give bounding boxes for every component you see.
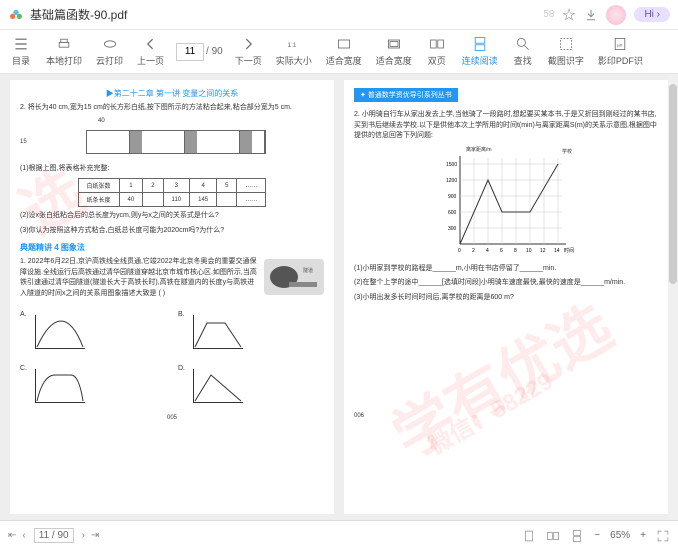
- answer-options: A. B. C. D.: [20, 311, 324, 407]
- page-num-left: 005: [20, 415, 324, 421]
- prev-page-button[interactable]: 上一页: [131, 34, 170, 69]
- fill-instruction: (1)根据上图,将表格补充完整:: [20, 164, 324, 175]
- problem-r2: 2. 小明骑自行车从家出发去上学,当他骑了一段路时,想起要买某本书,于是又折回到…: [354, 110, 658, 142]
- fit-width-button[interactable]: 适合宽度: [320, 34, 368, 69]
- prev-page-icon[interactable]: ‹: [22, 530, 25, 541]
- train-image: 隧道: [264, 259, 324, 295]
- graph-d: [189, 365, 247, 407]
- footer-bar: ⇤ ‹ 11 / 90 › ⇥ − 65% +: [0, 520, 678, 550]
- svg-text:8: 8: [514, 248, 517, 254]
- svg-text:300: 300: [448, 226, 457, 232]
- download-icon[interactable]: [584, 8, 598, 22]
- continuous-read-button[interactable]: 连续阅读: [456, 34, 504, 69]
- svg-text:10: 10: [526, 248, 532, 254]
- dual-page-button[interactable]: 双页: [420, 34, 454, 69]
- next-page-icon[interactable]: ›: [82, 530, 85, 541]
- screenshot-ocr-button[interactable]: 截图识字: [542, 34, 590, 69]
- hi-badge[interactable]: Hi ›: [634, 7, 670, 22]
- zoom-level: 65%: [610, 530, 630, 541]
- title-bar: 基础篇函数-90.pdf 58 Hi ›: [0, 0, 678, 30]
- first-page-icon[interactable]: ⇤: [8, 530, 16, 541]
- chapter-header: ▶第二十二章 第一讲 变量之间的关系: [20, 88, 324, 99]
- fit-width2-button[interactable]: 适合宽度: [370, 34, 418, 69]
- series-header: ✦ 普通数学资优导引系列丛书: [354, 88, 458, 102]
- svg-text:900: 900: [448, 194, 457, 200]
- svg-text:1200: 1200: [446, 178, 457, 184]
- scrollbar-thumb[interactable]: [669, 84, 677, 284]
- data-table: 白纸张数12345…… 纸条长度40110145……: [78, 178, 267, 207]
- view-cont-icon[interactable]: [570, 529, 584, 543]
- graph-a: [31, 311, 89, 353]
- svg-text:12: 12: [540, 248, 546, 254]
- graph-b: [189, 311, 247, 353]
- vertical-scrollbar[interactable]: [668, 74, 678, 520]
- page-left: ▶第二十二章 第一讲 变量之间的关系 2. 将长为40 cm,宽为15 cm的长…: [10, 80, 334, 514]
- cloud-print-button[interactable]: 云打印: [90, 34, 129, 69]
- pdf-ocr-button[interactable]: pdf影印PDF识: [592, 34, 649, 69]
- page-field[interactable]: [176, 43, 204, 61]
- svg-text:0: 0: [458, 248, 461, 254]
- zoom-out-icon[interactable]: −: [594, 530, 600, 541]
- distance-time-graph: 学校 离家距离/m 15001200900600300 02468101214时…: [436, 148, 576, 258]
- actual-size-button[interactable]: 1:1实际大小: [270, 34, 318, 69]
- content-area: 选 学有优选 微信：58229 ▶第二十二章 第一讲 变量之间的关系 2. 将长…: [0, 74, 678, 520]
- star-icon[interactable]: [562, 8, 576, 22]
- find-button[interactable]: 查找: [506, 34, 540, 69]
- doc-title: 基础篇函数-90.pdf: [30, 6, 127, 23]
- svg-text:600: 600: [448, 210, 457, 216]
- svg-text:隧道: 隧道: [303, 267, 313, 274]
- view-single-icon[interactable]: [522, 529, 536, 543]
- fullscreen-icon[interactable]: [656, 529, 670, 543]
- toolbar: 目录 本地打印 云打印 上一页 / 90 下一页 1:1实际大小 适合宽度 适合…: [0, 30, 678, 74]
- page-num-right: 006: [354, 413, 658, 419]
- section-header: 典题精讲 4 图象法: [20, 242, 324, 253]
- svg-text:2: 2: [472, 248, 475, 254]
- last-page-icon[interactable]: ⇥: [91, 530, 99, 541]
- svg-text:1500: 1500: [446, 162, 457, 168]
- avatar[interactable]: [606, 5, 626, 25]
- doc-icon: [8, 7, 24, 23]
- svg-text:时间: 时间: [564, 247, 574, 254]
- svg-text:pdf: pdf: [617, 42, 623, 47]
- problem-2: 2. 将长为40 cm,宽为15 cm的长方形白纸,按下图所示的方法粘合起来,粘…: [20, 103, 324, 114]
- graph-c: [31, 365, 89, 407]
- star-count: 58: [543, 9, 554, 20]
- view-dual-icon[interactable]: [546, 529, 560, 543]
- svg-text:1:1: 1:1: [287, 42, 296, 49]
- svg-text:4: 4: [486, 248, 489, 254]
- tape-diagram: [86, 130, 266, 154]
- next-page-button[interactable]: 下一页: [229, 34, 268, 69]
- page-input[interactable]: / 90: [176, 43, 223, 61]
- local-print-button[interactable]: 本地打印: [40, 34, 88, 69]
- page-indicator[interactable]: 11 / 90: [34, 528, 74, 543]
- zoom-in-icon[interactable]: +: [640, 530, 646, 541]
- svg-text:14: 14: [554, 248, 560, 254]
- svg-text:6: 6: [500, 248, 503, 254]
- toc-button[interactable]: 目录: [4, 34, 38, 69]
- page-right: ✦ 普通数学资优导引系列丛书 2. 小明骑自行车从家出发去上学,当他骑了一段路时…: [344, 80, 668, 514]
